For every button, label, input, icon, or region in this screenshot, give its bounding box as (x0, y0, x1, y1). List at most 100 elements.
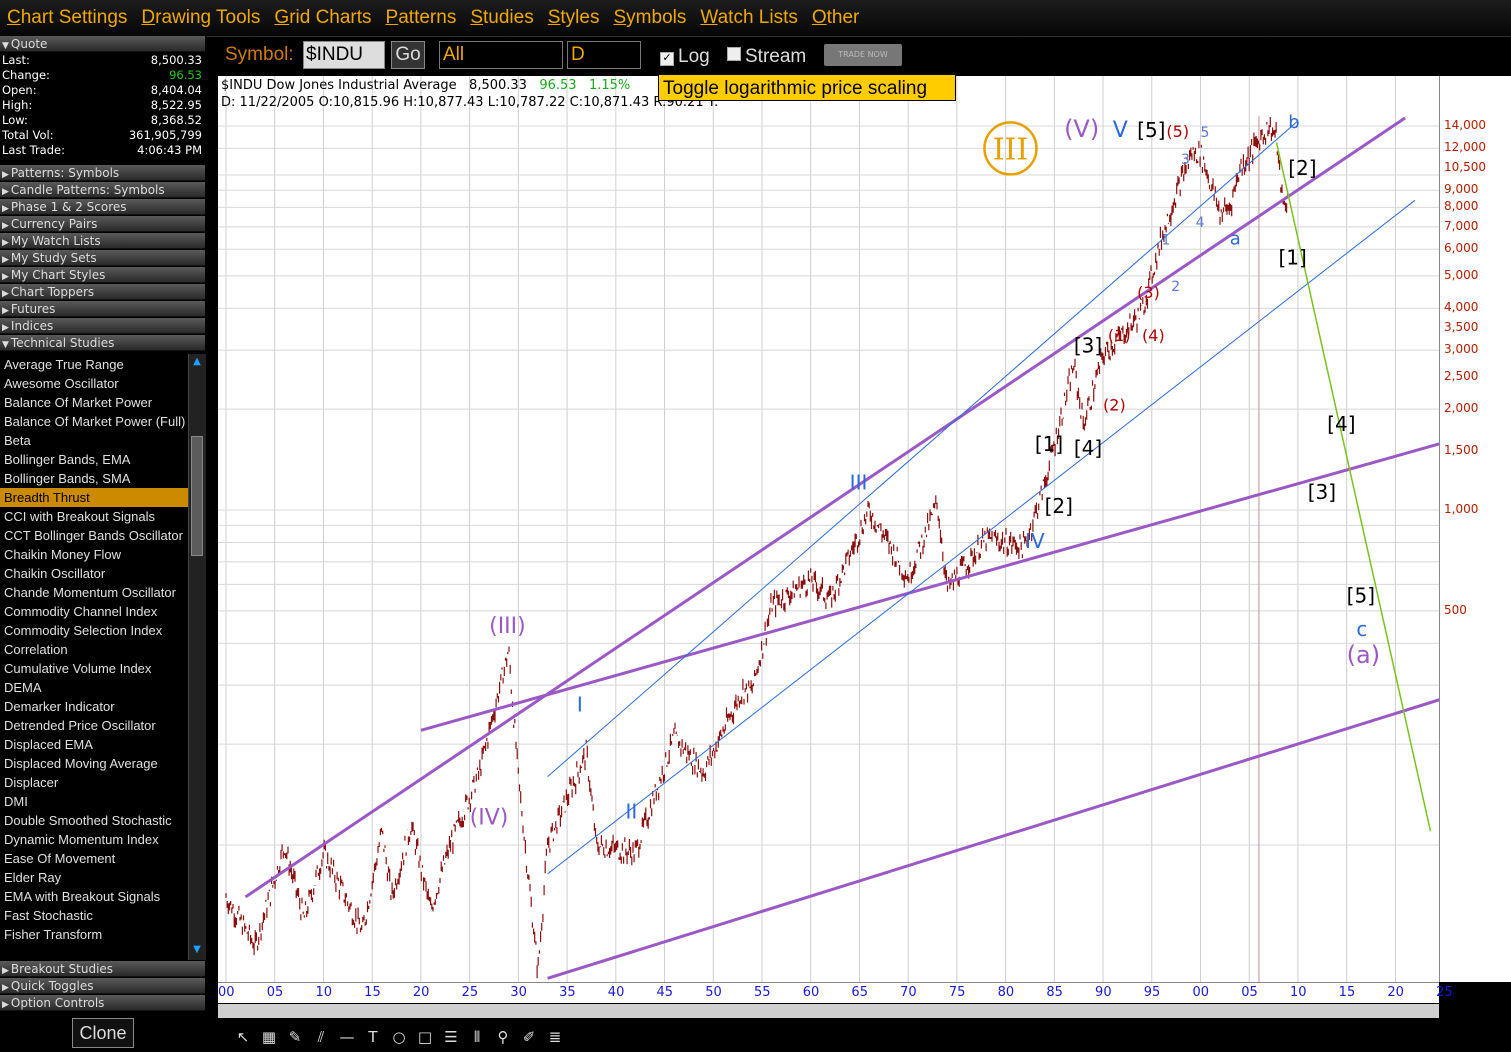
study-item[interactable]: Awesome Oscillator (0, 374, 188, 393)
price-tick-label: 1,500 (1444, 443, 1479, 457)
section-my-study-sets[interactable]: ▶ My Study Sets (0, 250, 205, 266)
studies-scrollbar[interactable]: ▲ ▼ (188, 354, 206, 960)
menu-patterns[interactable]: Patterns (386, 7, 457, 29)
time-axis[interactable]: 00 05 10 15 20 25 30 35 40 45 50 55 60 65 70 75 80 85 90 95… (218, 982, 1453, 1003)
study-item[interactable]: Commodity Selection Index (0, 621, 188, 640)
menu-styles[interactable]: Styles (548, 7, 600, 29)
stream-checkbox[interactable]: Stream (727, 46, 806, 68)
list-icon[interactable]: ≣ (542, 1025, 568, 1049)
expand-arrow-icon: ▶ (2, 966, 9, 976)
wave-label: 2 (1171, 279, 1180, 295)
parallel-lines-icon[interactable]: ⫽ (308, 1025, 334, 1049)
study-item[interactable]: Fisher Transform (0, 925, 188, 944)
text-icon[interactable]: T (360, 1025, 386, 1049)
time-tick-label: 25 (461, 985, 479, 1000)
study-item[interactable]: Average True Range (0, 355, 188, 374)
study-item[interactable]: Chande Momentum Oscillator (0, 583, 188, 602)
quote-section-header[interactable]: ▼ Quote (0, 36, 205, 52)
ellipse-icon[interactable]: ○ (386, 1025, 412, 1049)
section-patterns-symbols[interactable]: ▶ Patterns: Symbols (0, 165, 205, 181)
study-item[interactable]: Chaikin Oscillator (0, 564, 188, 583)
price-axis[interactable]: 14,000 12,000 10,500 9,000 8,000 7,000 6,000 5,… (1439, 76, 1511, 982)
scroll-up-icon[interactable]: ▲ (191, 356, 203, 368)
price-tick-label: 9,000 (1444, 182, 1479, 197)
study-item[interactable]: Balance Of Market Power (0, 393, 188, 412)
study-item[interactable]: Dynamic Momentum Index (0, 830, 188, 849)
study-item[interactable]: DMI (0, 792, 188, 811)
study-item[interactable]: Bollinger Bands, EMA (0, 450, 188, 469)
chart-change-pct: 1.15% (588, 78, 631, 93)
study-item[interactable]: Breadth Thrust (0, 488, 188, 507)
study-item[interactable]: Displaced EMA (0, 735, 188, 754)
log-checkbox[interactable]: ✓ Log (660, 46, 710, 68)
study-item[interactable]: CCT Bollinger Bands Oscillator (0, 526, 188, 545)
study-item[interactable]: Correlation (0, 640, 188, 659)
study-item[interactable]: Fast Stochastic (0, 906, 188, 925)
time-tick-label: 10 (1289, 985, 1307, 1000)
quote-row-last: Last: 8,500.33 (0, 53, 205, 68)
go-button[interactable]: Go (391, 41, 425, 69)
wave-label: (2) (1103, 396, 1126, 415)
study-item[interactable]: CCI with Breakout Signals (0, 507, 188, 526)
scroll-down-icon[interactable]: ▼ (191, 944, 203, 956)
study-item[interactable]: Double Smoothed Stochastic (0, 811, 188, 830)
pointer-icon[interactable]: ↖ (230, 1025, 256, 1049)
study-item[interactable]: Detrended Price Oscillator (0, 716, 188, 735)
section-candle-patterns-symbols[interactable]: ▶ Candle Patterns: Symbols (0, 182, 205, 198)
study-item[interactable]: Displacer (0, 773, 188, 792)
section-currency-pairs[interactable]: ▶ Currency Pairs (0, 216, 205, 232)
section-phase-1-2-scores[interactable]: ▶ Phase 1 & 2 Scores (0, 199, 205, 215)
section-quick-toggles[interactable]: ▶ Quick Toggles (0, 978, 205, 994)
clone-button[interactable]: Clone (72, 1018, 134, 1048)
time-tick-label: 40 (607, 985, 625, 1000)
brush-icon[interactable]: ✐ (516, 1025, 542, 1049)
section-my-watch-lists[interactable]: ▶ My Watch Lists (0, 233, 205, 249)
study-item[interactable]: Cumulative Volume Index (0, 659, 188, 678)
menu-studies[interactable]: Studies (470, 7, 533, 29)
study-item[interactable]: EMA with Breakout Signals (0, 887, 188, 906)
study-item[interactable]: DEMA (0, 678, 188, 697)
study-item[interactable]: Bollinger Bands, SMA (0, 469, 188, 488)
menu-drawing-tools[interactable]: Drawing Tools (141, 7, 260, 29)
symbol-input[interactable]: $INDU (303, 41, 385, 69)
scrollbar-thumb[interactable] (191, 436, 203, 556)
fibonacci-icon[interactable]: ☰ (438, 1025, 464, 1049)
section-option-controls[interactable]: ▶ Option Controls (0, 995, 205, 1011)
time-tick-label: 55 (753, 985, 771, 1000)
range-select[interactable]: All (439, 41, 563, 69)
grid-icon[interactable]: ▦ (256, 1025, 282, 1049)
study-item[interactable]: Balance Of Market Power (Full) (0, 412, 188, 431)
section-technical-studies[interactable]: ▼ Technical Studies (0, 335, 205, 351)
wave-label: III (850, 471, 868, 495)
zoom-icon[interactable]: ⚲ (490, 1025, 516, 1049)
study-item[interactable]: Beta (0, 431, 188, 450)
menu-symbols[interactable]: Symbols (613, 7, 686, 29)
menu-other[interactable]: Other (812, 7, 860, 29)
wave-label: [1] (1035, 432, 1063, 456)
section-my-chart-styles[interactable]: ▶ My Chart Styles (0, 267, 205, 283)
menu-watch-lists[interactable]: Watch Lists (700, 7, 798, 29)
section-breakout-studies[interactable]: ▶ Breakout Studies (0, 961, 205, 977)
wave-label: (V) (1064, 115, 1099, 143)
quote-value: 361,905,799 (128, 128, 202, 142)
chart-plot-area[interactable]: (III) (IV) I II III IV (V) V [5] (5) 5 b 3 [2] 4 a 1 [1] 2… (218, 76, 1439, 982)
wave-label: V (1113, 118, 1128, 143)
study-item[interactable]: Displaced Moving Average (0, 754, 188, 773)
period-select[interactable]: D (567, 41, 641, 69)
study-item[interactable]: Commodity Channel Index (0, 602, 188, 621)
study-item[interactable]: Chaikin Money Flow (0, 545, 188, 564)
menu-chart-settings[interactable]: Chart Settings (7, 7, 127, 29)
menu-grid-charts[interactable]: Grid Charts (274, 7, 371, 29)
horizontal-line-icon[interactable]: — (334, 1025, 360, 1049)
section-futures[interactable]: ▶ Futures (0, 301, 205, 317)
pencil-icon[interactable]: ✎ (282, 1025, 308, 1049)
study-item[interactable]: Ease Of Movement (0, 849, 188, 868)
study-item[interactable]: Elder Ray (0, 868, 188, 887)
section-chart-toppers[interactable]: ▶ Chart Toppers (0, 284, 205, 300)
chart-horizontal-scrollbar[interactable] (218, 1004, 1439, 1018)
vertical-lines-icon[interactable]: ⦀ (464, 1025, 490, 1049)
trade-now-button[interactable]: TRADE NOW (824, 44, 902, 66)
section-indices[interactable]: ▶ Indices (0, 318, 205, 334)
rectangle-icon[interactable]: □ (412, 1025, 438, 1049)
study-item[interactable]: Demarker Indicator (0, 697, 188, 716)
